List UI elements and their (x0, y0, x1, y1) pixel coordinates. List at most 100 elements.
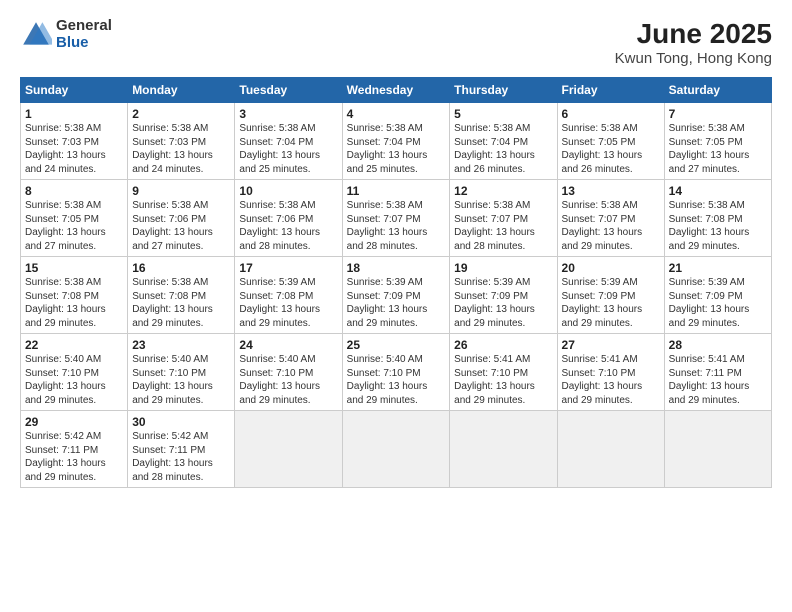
day-info: Sunrise: 5:38 AMSunset: 7:05 PMDaylight:… (562, 123, 643, 175)
col-thursday: Thursday (450, 78, 557, 103)
day-number: 19 (454, 261, 552, 275)
day-number: 15 (25, 261, 123, 275)
calendar-week-row: 8 Sunrise: 5:38 AMSunset: 7:05 PMDayligh… (21, 180, 772, 257)
day-info: Sunrise: 5:38 AMSunset: 7:03 PMDaylight:… (132, 123, 213, 175)
table-row: 10 Sunrise: 5:38 AMSunset: 7:06 PMDaylig… (235, 180, 342, 257)
day-number: 27 (562, 338, 660, 352)
table-row: 25 Sunrise: 5:40 AMSunset: 7:10 PMDaylig… (342, 334, 450, 411)
day-info: Sunrise: 5:38 AMSunset: 7:05 PMDaylight:… (669, 123, 750, 175)
table-row: 19 Sunrise: 5:39 AMSunset: 7:09 PMDaylig… (450, 257, 557, 334)
day-info: Sunrise: 5:41 AMSunset: 7:10 PMDaylight:… (454, 354, 535, 406)
day-number: 25 (347, 338, 446, 352)
day-info: Sunrise: 5:42 AMSunset: 7:11 PMDaylight:… (132, 431, 213, 483)
table-row: 20 Sunrise: 5:39 AMSunset: 7:09 PMDaylig… (557, 257, 664, 334)
table-row: 8 Sunrise: 5:38 AMSunset: 7:05 PMDayligh… (21, 180, 128, 257)
day-number: 8 (25, 184, 123, 198)
day-info: Sunrise: 5:42 AMSunset: 7:11 PMDaylight:… (25, 431, 106, 483)
day-number: 13 (562, 184, 660, 198)
table-row: 27 Sunrise: 5:41 AMSunset: 7:10 PMDaylig… (557, 334, 664, 411)
day-number: 30 (132, 415, 230, 429)
day-number: 29 (25, 415, 123, 429)
day-number: 23 (132, 338, 230, 352)
table-row: 15 Sunrise: 5:38 AMSunset: 7:08 PMDaylig… (21, 257, 128, 334)
day-info: Sunrise: 5:39 AMSunset: 7:09 PMDaylight:… (347, 277, 428, 329)
table-row: 5 Sunrise: 5:38 AMSunset: 7:04 PMDayligh… (450, 103, 557, 180)
logo-blue: Blue (56, 35, 112, 52)
day-info: Sunrise: 5:40 AMSunset: 7:10 PMDaylight:… (132, 354, 213, 406)
day-number: 6 (562, 107, 660, 121)
col-friday: Friday (557, 78, 664, 103)
col-wednesday: Wednesday (342, 78, 450, 103)
day-info: Sunrise: 5:39 AMSunset: 7:09 PMDaylight:… (454, 277, 535, 329)
col-monday: Monday (128, 78, 235, 103)
day-info: Sunrise: 5:38 AMSunset: 7:04 PMDaylight:… (454, 123, 535, 175)
col-sunday: Sunday (21, 78, 128, 103)
table-row: 29 Sunrise: 5:42 AMSunset: 7:11 PMDaylig… (21, 411, 128, 488)
day-info: Sunrise: 5:40 AMSunset: 7:10 PMDaylight:… (239, 354, 320, 406)
day-number: 9 (132, 184, 230, 198)
table-row: 4 Sunrise: 5:38 AMSunset: 7:04 PMDayligh… (342, 103, 450, 180)
table-row: 30 Sunrise: 5:42 AMSunset: 7:11 PMDaylig… (128, 411, 235, 488)
table-row (450, 411, 557, 488)
table-row: 26 Sunrise: 5:41 AMSunset: 7:10 PMDaylig… (450, 334, 557, 411)
day-number: 12 (454, 184, 552, 198)
calendar-week-row: 29 Sunrise: 5:42 AMSunset: 7:11 PMDaylig… (21, 411, 772, 488)
day-info: Sunrise: 5:40 AMSunset: 7:10 PMDaylight:… (347, 354, 428, 406)
day-info: Sunrise: 5:40 AMSunset: 7:10 PMDaylight:… (25, 354, 106, 406)
day-number: 24 (239, 338, 337, 352)
table-row: 14 Sunrise: 5:38 AMSunset: 7:08 PMDaylig… (664, 180, 771, 257)
day-info: Sunrise: 5:38 AMSunset: 7:08 PMDaylight:… (25, 277, 106, 329)
table-row: 18 Sunrise: 5:39 AMSunset: 7:09 PMDaylig… (342, 257, 450, 334)
day-number: 21 (669, 261, 767, 275)
day-info: Sunrise: 5:38 AMSunset: 7:06 PMDaylight:… (239, 200, 320, 252)
day-number: 17 (239, 261, 337, 275)
table-row: 1 Sunrise: 5:38 AMSunset: 7:03 PMDayligh… (21, 103, 128, 180)
table-row: 16 Sunrise: 5:38 AMSunset: 7:08 PMDaylig… (128, 257, 235, 334)
day-number: 5 (454, 107, 552, 121)
table-row: 6 Sunrise: 5:38 AMSunset: 7:05 PMDayligh… (557, 103, 664, 180)
day-number: 22 (25, 338, 123, 352)
day-info: Sunrise: 5:38 AMSunset: 7:06 PMDaylight:… (132, 200, 213, 252)
calendar-week-row: 15 Sunrise: 5:38 AMSunset: 7:08 PMDaylig… (21, 257, 772, 334)
day-info: Sunrise: 5:39 AMSunset: 7:09 PMDaylight:… (562, 277, 643, 329)
day-number: 10 (239, 184, 337, 198)
day-number: 28 (669, 338, 767, 352)
table-row: 23 Sunrise: 5:40 AMSunset: 7:10 PMDaylig… (128, 334, 235, 411)
day-number: 4 (347, 107, 446, 121)
table-row: 24 Sunrise: 5:40 AMSunset: 7:10 PMDaylig… (235, 334, 342, 411)
table-row: 17 Sunrise: 5:39 AMSunset: 7:08 PMDaylig… (235, 257, 342, 334)
page: General Blue June 2025 Kwun Tong, Hong K… (0, 0, 792, 612)
page-subtitle: Kwun Tong, Hong Kong (615, 50, 772, 67)
day-number: 16 (132, 261, 230, 275)
table-row (557, 411, 664, 488)
day-number: 3 (239, 107, 337, 121)
day-info: Sunrise: 5:39 AMSunset: 7:08 PMDaylight:… (239, 277, 320, 329)
day-number: 26 (454, 338, 552, 352)
day-number: 7 (669, 107, 767, 121)
col-saturday: Saturday (664, 78, 771, 103)
header: General Blue June 2025 Kwun Tong, Hong K… (20, 18, 772, 67)
day-info: Sunrise: 5:41 AMSunset: 7:10 PMDaylight:… (562, 354, 643, 406)
table-row (235, 411, 342, 488)
table-row (342, 411, 450, 488)
day-info: Sunrise: 5:41 AMSunset: 7:11 PMDaylight:… (669, 354, 750, 406)
day-number: 18 (347, 261, 446, 275)
logo-general: General (56, 18, 112, 35)
day-info: Sunrise: 5:38 AMSunset: 7:07 PMDaylight:… (454, 200, 535, 252)
title-block: June 2025 Kwun Tong, Hong Kong (615, 18, 772, 67)
table-row: 12 Sunrise: 5:38 AMSunset: 7:07 PMDaylig… (450, 180, 557, 257)
page-title: June 2025 (615, 18, 772, 50)
day-number: 1 (25, 107, 123, 121)
day-number: 2 (132, 107, 230, 121)
table-row: 7 Sunrise: 5:38 AMSunset: 7:05 PMDayligh… (664, 103, 771, 180)
table-row (664, 411, 771, 488)
logo-icon (20, 19, 52, 51)
day-number: 14 (669, 184, 767, 198)
table-row: 9 Sunrise: 5:38 AMSunset: 7:06 PMDayligh… (128, 180, 235, 257)
day-number: 20 (562, 261, 660, 275)
table-row: 21 Sunrise: 5:39 AMSunset: 7:09 PMDaylig… (664, 257, 771, 334)
day-info: Sunrise: 5:38 AMSunset: 7:07 PMDaylight:… (562, 200, 643, 252)
table-row: 28 Sunrise: 5:41 AMSunset: 7:11 PMDaylig… (664, 334, 771, 411)
table-row: 2 Sunrise: 5:38 AMSunset: 7:03 PMDayligh… (128, 103, 235, 180)
calendar-week-row: 22 Sunrise: 5:40 AMSunset: 7:10 PMDaylig… (21, 334, 772, 411)
